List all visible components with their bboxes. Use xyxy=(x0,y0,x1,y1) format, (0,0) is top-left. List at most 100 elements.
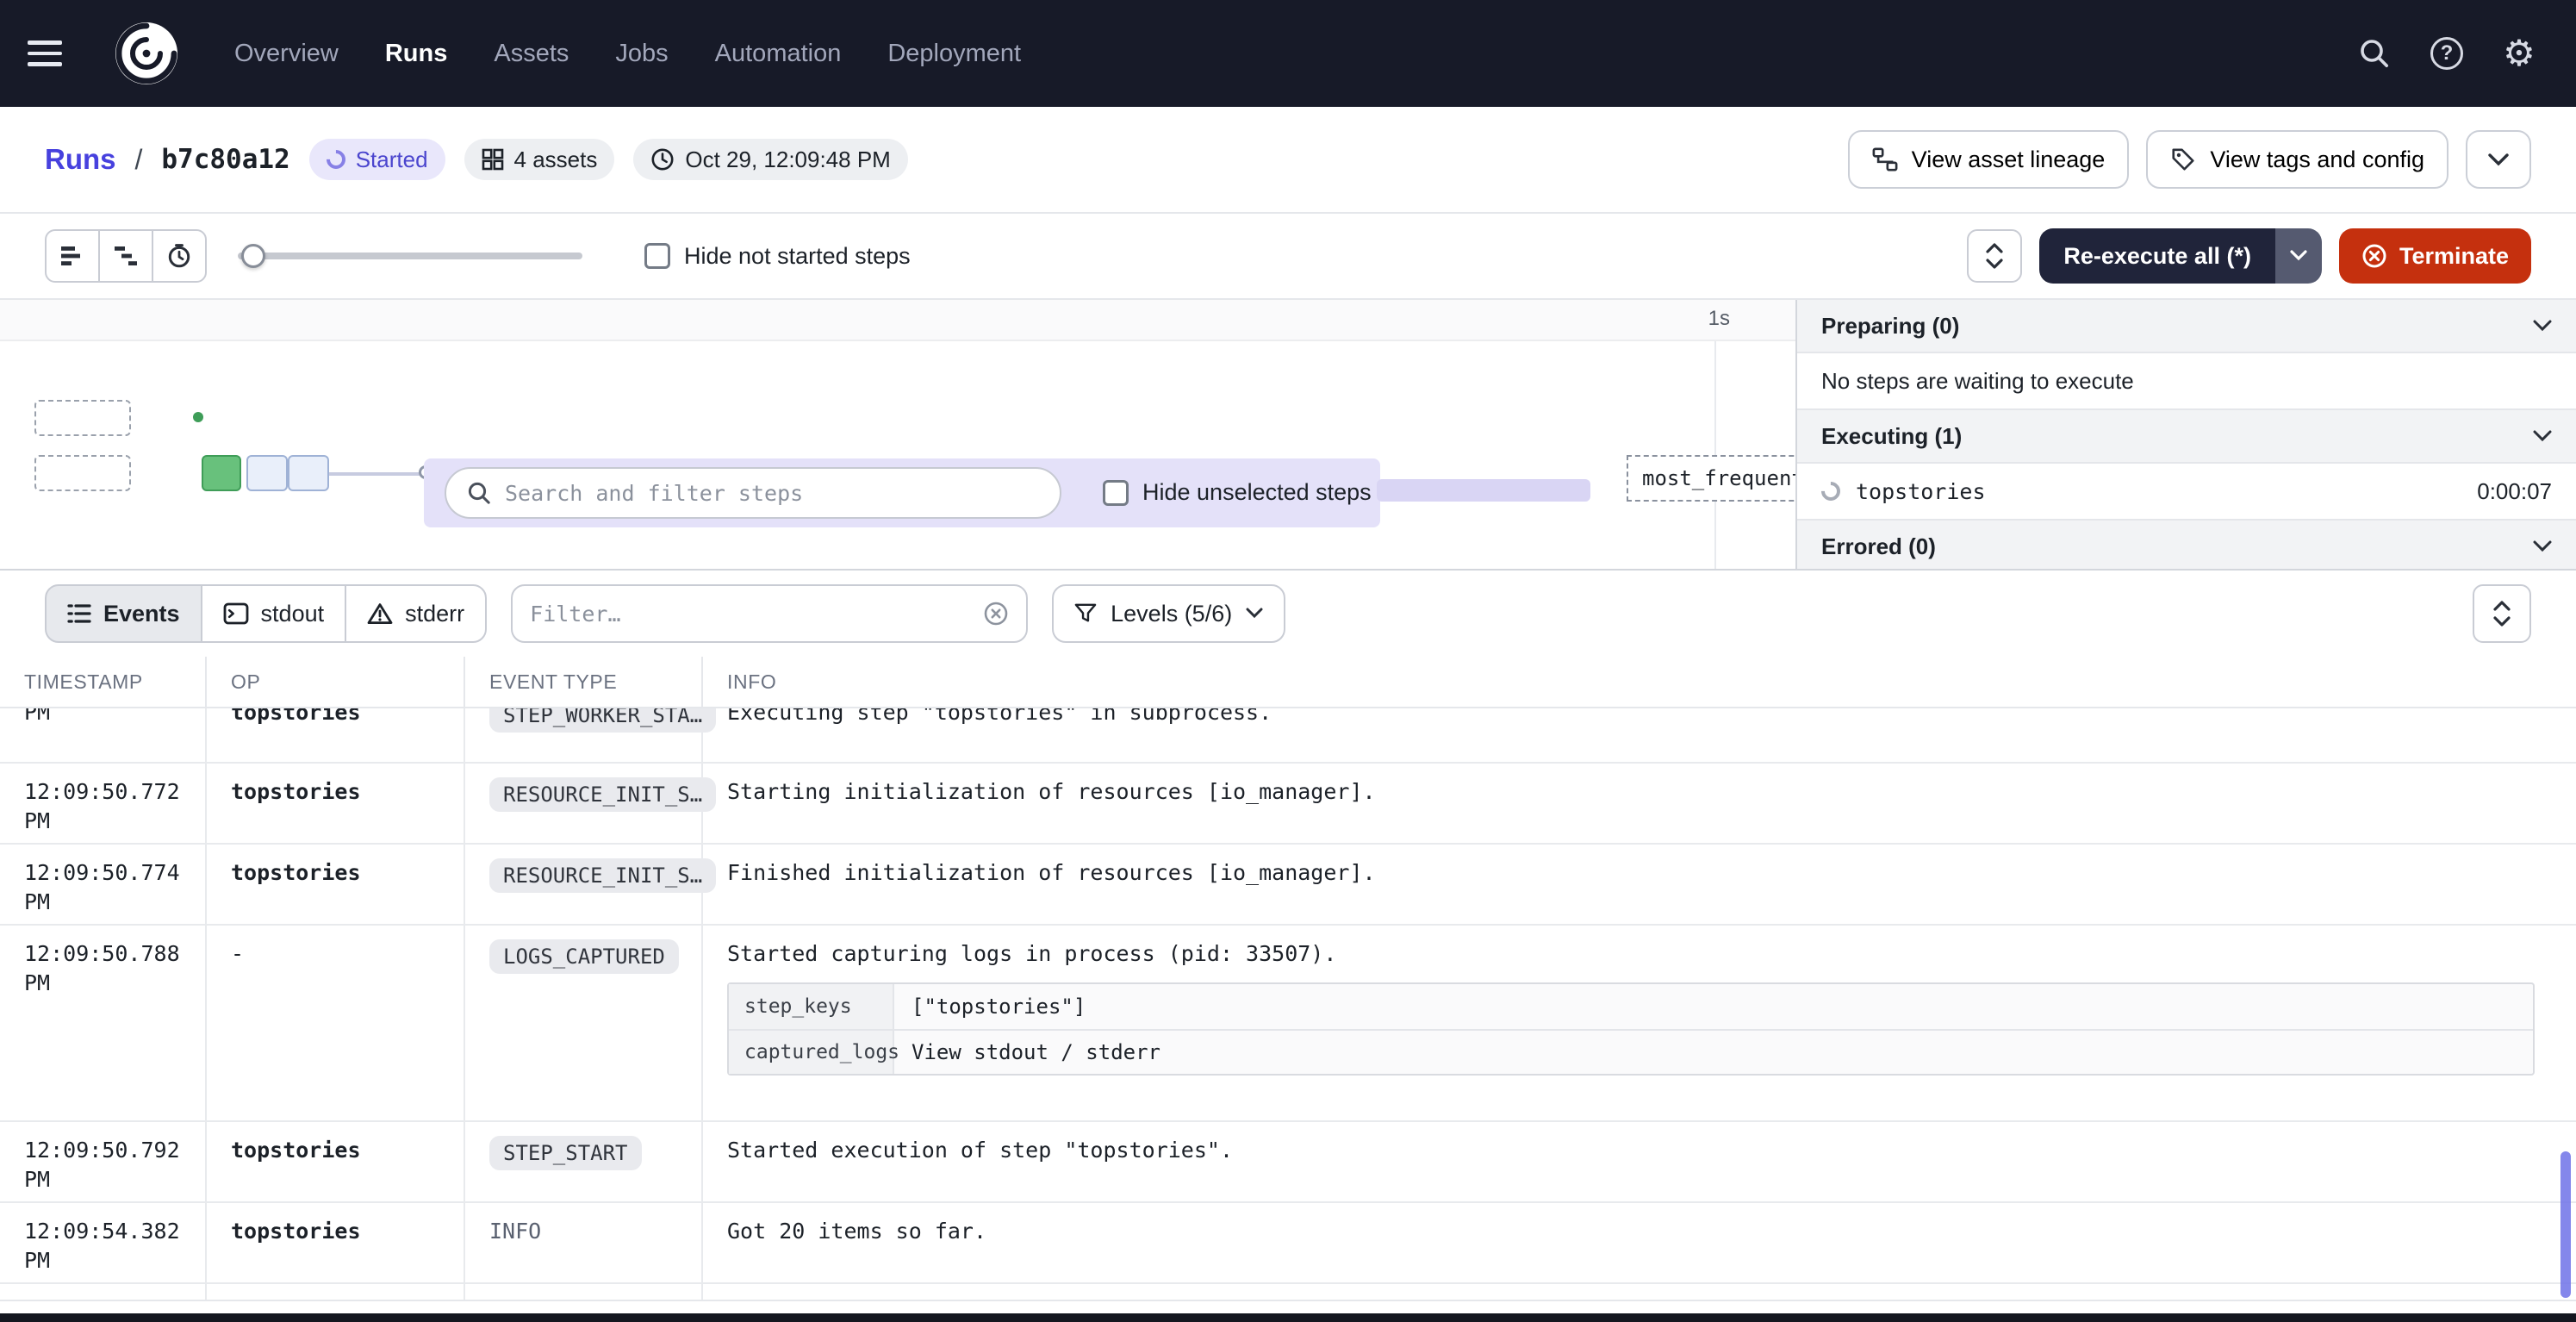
vertical-scrollbar[interactable] xyxy=(2560,1151,2571,1298)
column-header-timestamp: TIMESTAMP xyxy=(0,657,207,707)
help-button[interactable]: ? xyxy=(2417,24,2476,83)
nav-item-jobs[interactable]: Jobs xyxy=(615,40,668,68)
slider-knob[interactable] xyxy=(241,244,265,268)
unfold-icon xyxy=(1985,243,2004,269)
tab-stderr[interactable]: stderr xyxy=(345,584,487,643)
event-row: 12:09:50.792PMtopstoriesSTEP_STARTStarte… xyxy=(0,1122,2576,1203)
terminate-button[interactable]: Terminate xyxy=(2339,228,2531,284)
running-step-bar[interactable] xyxy=(202,455,241,491)
flat-view-button[interactable] xyxy=(45,229,100,283)
search-icon xyxy=(467,481,491,505)
chevron-down-icon xyxy=(2533,320,2552,332)
event-type-cell: STEP_WORKER_STA… xyxy=(465,708,703,762)
metadata-value: ["topstories"] xyxy=(894,984,2533,1029)
gantt-chart: 1s most_frequent Hide xyxy=(0,300,1795,569)
event-row: 12:09:57.868PMtopstoriesINFOGot 40 items… xyxy=(0,1284,2576,1301)
metadata-row: captured_logsView stdout / stderr xyxy=(729,1029,2533,1074)
log-filter-field xyxy=(511,584,1028,643)
not-started-step-box[interactable] xyxy=(34,400,131,436)
reexecute-dropdown-button[interactable] xyxy=(2275,228,2322,284)
view-asset-lineage-button[interactable]: View asset lineage xyxy=(1848,130,2130,189)
hide-unselected-checkbox[interactable] xyxy=(1103,480,1129,506)
info-cell: Starting initialization of resources [io… xyxy=(703,764,2576,843)
event-type-cell: RESOURCE_INIT_S… xyxy=(465,764,703,843)
timing-view-button[interactable] xyxy=(152,229,207,283)
main-nav: Overview Runs Assets Jobs Automation Dep… xyxy=(234,40,1021,68)
column-header-op: OP xyxy=(207,657,465,707)
op-cell: topstories xyxy=(207,708,465,762)
events-scroll-viewport[interactable]: PMtopstoriesSTEP_WORKER_STA…Executing st… xyxy=(0,708,2576,1301)
nav-item-deployment[interactable]: Deployment xyxy=(887,40,1021,68)
reexecute-all-button[interactable]: Re-execute all (*) xyxy=(2039,228,2275,284)
gantt-toolbar: Hide not started steps Re-execute all (*… xyxy=(0,214,2576,300)
panel-section-executing[interactable]: Executing (1) xyxy=(1797,410,2576,464)
timestamp-cell: 12:09:50.788PM xyxy=(0,926,207,1120)
asset-grid-icon xyxy=(482,148,504,171)
nav-item-assets[interactable]: Assets xyxy=(494,40,569,68)
expand-logs-button[interactable] xyxy=(2473,584,2531,643)
event-type-chip: STEP_START xyxy=(489,1136,642,1170)
queued-step-box[interactable] xyxy=(246,455,288,491)
nav-item-runs[interactable]: Runs xyxy=(385,40,448,68)
zoom-slider[interactable] xyxy=(238,244,582,268)
log-filter-input[interactable] xyxy=(530,602,969,627)
window-bottom-edge xyxy=(0,1313,2576,1322)
metadata-value[interactable]: View stdout / stderr xyxy=(894,1031,2533,1074)
metadata-label: captured_logs xyxy=(729,1031,894,1074)
event-row: 12:09:54.382PMtopstoriesINFOGot 20 items… xyxy=(0,1203,2576,1284)
hamburger-menu-icon[interactable] xyxy=(28,24,86,83)
executing-step-row[interactable]: topstories 0:00:07 xyxy=(1797,464,2576,521)
step-search-box xyxy=(445,467,1061,519)
nav-item-automation[interactable]: Automation xyxy=(715,40,842,68)
waterfall-view-button[interactable] xyxy=(98,229,153,283)
settings-button[interactable]: ⚙ xyxy=(2490,24,2548,83)
expand-collapse-button[interactable] xyxy=(1967,229,2022,283)
slider-track[interactable] xyxy=(238,253,582,259)
column-header-event-type: EVENT TYPE xyxy=(465,657,703,707)
panel-section-preparing[interactable]: Preparing (0) xyxy=(1797,300,2576,353)
clear-filter-icon[interactable] xyxy=(983,601,1009,627)
chevron-down-icon xyxy=(2533,540,2552,552)
assets-badge[interactable]: 4 assets xyxy=(464,139,615,180)
chevron-down-icon xyxy=(2290,250,2307,262)
timestamp-cell: 12:09:50.772PM xyxy=(0,764,207,843)
not-started-step-box[interactable] xyxy=(34,455,131,491)
log-filter-bar: Events stdout stderr Levels xyxy=(0,571,2576,657)
step-label-box[interactable]: most_frequent xyxy=(1627,455,1795,502)
collapse-run-header-button[interactable] xyxy=(2466,130,2531,189)
dependency-line xyxy=(329,472,426,476)
view-tags-config-button[interactable]: View tags and config xyxy=(2146,130,2448,189)
breadcrumb-runs-link[interactable]: Runs xyxy=(45,143,116,176)
tab-events[interactable]: Events xyxy=(45,584,202,643)
tab-stdout[interactable]: stdout xyxy=(201,584,347,643)
column-header-info: INFO xyxy=(703,657,2576,707)
unfold-icon xyxy=(2492,601,2511,627)
gantt-timeline: 1s xyxy=(0,300,1795,341)
page-bottom-gap xyxy=(0,1301,2576,1313)
event-type-chip: STEP_WORKER_STA… xyxy=(489,708,716,733)
search-button[interactable] xyxy=(2345,24,2404,83)
levels-dropdown[interactable]: Levels (5/6) xyxy=(1052,584,1285,643)
info-cell: Started capturing logs in process (pid: … xyxy=(703,926,2576,1120)
run-header: Runs / b7c80a12 Started 4 assets Oct 29,… xyxy=(0,107,2576,214)
event-type-cell: RESOURCE_INIT_S… xyxy=(465,845,703,924)
top-nav: Overview Runs Assets Jobs Automation Dep… xyxy=(0,0,2576,107)
spinner-icon xyxy=(322,146,349,172)
hide-unselected-checkbox-group[interactable]: Hide unselected steps xyxy=(1103,479,1372,506)
breadcrumb-separator: / xyxy=(135,144,143,176)
metadata-label: step_keys xyxy=(729,984,894,1029)
executing-step-elapsed: 0:00:07 xyxy=(2477,478,2552,505)
event-row: PMtopstoriesSTEP_WORKER_STA…Executing st… xyxy=(0,708,2576,764)
timestamp-badge: Oct 29, 12:09:48 PM xyxy=(633,139,907,180)
event-type-chip: RESOURCE_INIT_S… xyxy=(489,777,716,812)
waterfall-view-icon xyxy=(113,245,139,267)
panel-section-errored[interactable]: Errored (0) xyxy=(1797,521,2576,569)
step-search-input[interactable] xyxy=(505,481,1039,506)
hide-not-started-checkbox[interactable] xyxy=(644,243,670,269)
timer-icon xyxy=(166,243,192,269)
hide-not-started-checkbox-group[interactable]: Hide not started steps xyxy=(644,243,911,270)
nav-item-overview[interactable]: Overview xyxy=(234,40,339,68)
dagster-logo[interactable] xyxy=(110,17,183,90)
panel-empty-message: No steps are waiting to execute xyxy=(1797,353,2576,410)
queued-step-box[interactable] xyxy=(288,455,329,491)
